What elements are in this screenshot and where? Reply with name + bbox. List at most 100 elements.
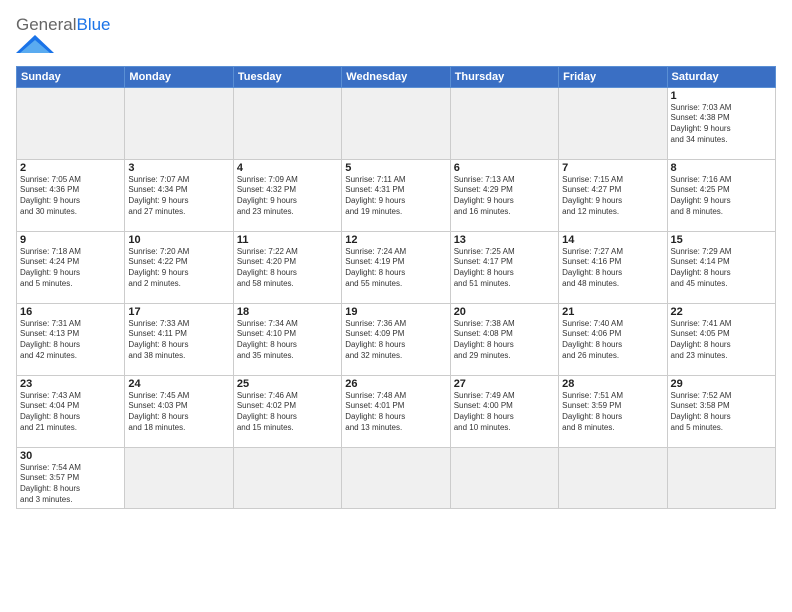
calendar-week-row: 16Sunrise: 7:31 AM Sunset: 4:13 PM Dayli… bbox=[17, 303, 776, 375]
day-number: 17 bbox=[128, 306, 229, 318]
weekday-header-saturday: Saturday bbox=[667, 66, 775, 87]
day-info: Sunrise: 7:49 AM Sunset: 4:00 PM Dayligh… bbox=[454, 391, 555, 434]
day-number: 20 bbox=[454, 306, 555, 318]
calendar-cell: 18Sunrise: 7:34 AM Sunset: 4:10 PM Dayli… bbox=[233, 303, 341, 375]
day-info: Sunrise: 7:20 AM Sunset: 4:22 PM Dayligh… bbox=[128, 247, 229, 290]
day-info: Sunrise: 7:45 AM Sunset: 4:03 PM Dayligh… bbox=[128, 391, 229, 434]
day-info: Sunrise: 7:18 AM Sunset: 4:24 PM Dayligh… bbox=[20, 247, 121, 290]
day-number: 23 bbox=[20, 378, 121, 390]
weekday-header-tuesday: Tuesday bbox=[233, 66, 341, 87]
weekday-header-friday: Friday bbox=[559, 66, 667, 87]
day-info: Sunrise: 7:16 AM Sunset: 4:25 PM Dayligh… bbox=[671, 175, 772, 218]
weekday-header-sunday: Sunday bbox=[17, 66, 125, 87]
calendar-week-row: 9Sunrise: 7:18 AM Sunset: 4:24 PM Daylig… bbox=[17, 231, 776, 303]
day-info: Sunrise: 7:05 AM Sunset: 4:36 PM Dayligh… bbox=[20, 175, 121, 218]
day-info: Sunrise: 7:41 AM Sunset: 4:05 PM Dayligh… bbox=[671, 319, 772, 362]
day-number: 19 bbox=[345, 306, 446, 318]
day-info: Sunrise: 7:07 AM Sunset: 4:34 PM Dayligh… bbox=[128, 175, 229, 218]
calendar-cell bbox=[450, 87, 558, 159]
day-number: 26 bbox=[345, 378, 446, 390]
day-number: 10 bbox=[128, 234, 229, 246]
day-number: 5 bbox=[345, 162, 446, 174]
logo-icon bbox=[16, 35, 54, 53]
day-number: 9 bbox=[20, 234, 121, 246]
calendar-cell bbox=[342, 447, 450, 508]
day-number: 3 bbox=[128, 162, 229, 174]
day-number: 30 bbox=[20, 450, 121, 462]
calendar-header-row: SundayMondayTuesdayWednesdayThursdayFrid… bbox=[17, 66, 776, 87]
calendar-cell: 20Sunrise: 7:38 AM Sunset: 4:08 PM Dayli… bbox=[450, 303, 558, 375]
logo-blue: Blue bbox=[76, 15, 110, 34]
day-info: Sunrise: 7:29 AM Sunset: 4:14 PM Dayligh… bbox=[671, 247, 772, 290]
day-info: Sunrise: 7:40 AM Sunset: 4:06 PM Dayligh… bbox=[562, 319, 663, 362]
calendar-cell bbox=[559, 447, 667, 508]
calendar-cell: 16Sunrise: 7:31 AM Sunset: 4:13 PM Dayli… bbox=[17, 303, 125, 375]
day-number: 14 bbox=[562, 234, 663, 246]
day-number: 2 bbox=[20, 162, 121, 174]
calendar-cell bbox=[233, 87, 341, 159]
calendar-cell: 26Sunrise: 7:48 AM Sunset: 4:01 PM Dayli… bbox=[342, 375, 450, 447]
weekday-header-monday: Monday bbox=[125, 66, 233, 87]
calendar-cell bbox=[125, 87, 233, 159]
day-number: 18 bbox=[237, 306, 338, 318]
day-info: Sunrise: 7:43 AM Sunset: 4:04 PM Dayligh… bbox=[20, 391, 121, 434]
day-info: Sunrise: 7:52 AM Sunset: 3:58 PM Dayligh… bbox=[671, 391, 772, 434]
day-number: 11 bbox=[237, 234, 338, 246]
day-number: 16 bbox=[20, 306, 121, 318]
day-number: 12 bbox=[345, 234, 446, 246]
day-number: 7 bbox=[562, 162, 663, 174]
calendar-cell: 7Sunrise: 7:15 AM Sunset: 4:27 PM Daylig… bbox=[559, 159, 667, 231]
calendar-cell bbox=[17, 87, 125, 159]
calendar-cell: 6Sunrise: 7:13 AM Sunset: 4:29 PM Daylig… bbox=[450, 159, 558, 231]
calendar-cell bbox=[125, 447, 233, 508]
day-info: Sunrise: 7:15 AM Sunset: 4:27 PM Dayligh… bbox=[562, 175, 663, 218]
calendar-cell: 21Sunrise: 7:40 AM Sunset: 4:06 PM Dayli… bbox=[559, 303, 667, 375]
day-info: Sunrise: 7:25 AM Sunset: 4:17 PM Dayligh… bbox=[454, 247, 555, 290]
calendar-cell: 23Sunrise: 7:43 AM Sunset: 4:04 PM Dayli… bbox=[17, 375, 125, 447]
day-number: 1 bbox=[671, 90, 772, 102]
calendar-cell: 17Sunrise: 7:33 AM Sunset: 4:11 PM Dayli… bbox=[125, 303, 233, 375]
day-number: 6 bbox=[454, 162, 555, 174]
calendar-cell: 9Sunrise: 7:18 AM Sunset: 4:24 PM Daylig… bbox=[17, 231, 125, 303]
day-info: Sunrise: 7:31 AM Sunset: 4:13 PM Dayligh… bbox=[20, 319, 121, 362]
day-info: Sunrise: 7:54 AM Sunset: 3:57 PM Dayligh… bbox=[20, 463, 121, 506]
day-info: Sunrise: 7:33 AM Sunset: 4:11 PM Dayligh… bbox=[128, 319, 229, 362]
calendar-cell bbox=[233, 447, 341, 508]
day-info: Sunrise: 7:11 AM Sunset: 4:31 PM Dayligh… bbox=[345, 175, 446, 218]
day-number: 24 bbox=[128, 378, 229, 390]
weekday-header-thursday: Thursday bbox=[450, 66, 558, 87]
calendar-cell: 14Sunrise: 7:27 AM Sunset: 4:16 PM Dayli… bbox=[559, 231, 667, 303]
calendar-cell bbox=[342, 87, 450, 159]
day-number: 29 bbox=[671, 378, 772, 390]
page: GeneralBlue SundayMondayTuesdayWednesday… bbox=[0, 0, 792, 612]
calendar-week-row: 23Sunrise: 7:43 AM Sunset: 4:04 PM Dayli… bbox=[17, 375, 776, 447]
day-number: 25 bbox=[237, 378, 338, 390]
day-number: 28 bbox=[562, 378, 663, 390]
header: GeneralBlue bbox=[16, 12, 776, 58]
calendar-cell bbox=[450, 447, 558, 508]
logo-general: General bbox=[16, 15, 76, 34]
calendar-week-row: 1Sunrise: 7:03 AM Sunset: 4:38 PM Daylig… bbox=[17, 87, 776, 159]
calendar-cell: 5Sunrise: 7:11 AM Sunset: 4:31 PM Daylig… bbox=[342, 159, 450, 231]
calendar-cell: 1Sunrise: 7:03 AM Sunset: 4:38 PM Daylig… bbox=[667, 87, 775, 159]
calendar-cell: 22Sunrise: 7:41 AM Sunset: 4:05 PM Dayli… bbox=[667, 303, 775, 375]
calendar-cell: 12Sunrise: 7:24 AM Sunset: 4:19 PM Dayli… bbox=[342, 231, 450, 303]
calendar-cell: 15Sunrise: 7:29 AM Sunset: 4:14 PM Dayli… bbox=[667, 231, 775, 303]
day-number: 8 bbox=[671, 162, 772, 174]
logo: GeneralBlue bbox=[16, 16, 111, 58]
day-number: 15 bbox=[671, 234, 772, 246]
calendar-cell: 11Sunrise: 7:22 AM Sunset: 4:20 PM Dayli… bbox=[233, 231, 341, 303]
calendar-table: SundayMondayTuesdayWednesdayThursdayFrid… bbox=[16, 66, 776, 509]
calendar-cell: 4Sunrise: 7:09 AM Sunset: 4:32 PM Daylig… bbox=[233, 159, 341, 231]
calendar-cell: 29Sunrise: 7:52 AM Sunset: 3:58 PM Dayli… bbox=[667, 375, 775, 447]
day-info: Sunrise: 7:51 AM Sunset: 3:59 PM Dayligh… bbox=[562, 391, 663, 434]
calendar-cell: 25Sunrise: 7:46 AM Sunset: 4:02 PM Dayli… bbox=[233, 375, 341, 447]
calendar-cell: 28Sunrise: 7:51 AM Sunset: 3:59 PM Dayli… bbox=[559, 375, 667, 447]
day-number: 22 bbox=[671, 306, 772, 318]
calendar-cell: 27Sunrise: 7:49 AM Sunset: 4:00 PM Dayli… bbox=[450, 375, 558, 447]
calendar-cell: 13Sunrise: 7:25 AM Sunset: 4:17 PM Dayli… bbox=[450, 231, 558, 303]
calendar-cell: 30Sunrise: 7:54 AM Sunset: 3:57 PM Dayli… bbox=[17, 447, 125, 508]
day-number: 13 bbox=[454, 234, 555, 246]
day-info: Sunrise: 7:46 AM Sunset: 4:02 PM Dayligh… bbox=[237, 391, 338, 434]
calendar-cell: 24Sunrise: 7:45 AM Sunset: 4:03 PM Dayli… bbox=[125, 375, 233, 447]
